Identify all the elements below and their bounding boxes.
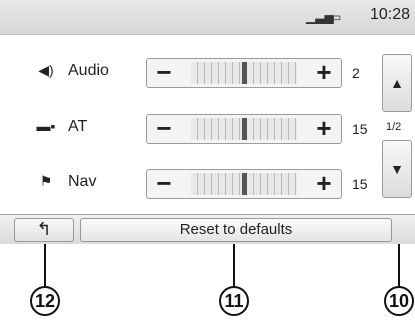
phone-car-icon: ▬▪ [36, 118, 56, 134]
scroll-up-button[interactable]: ▲ [382, 54, 412, 112]
reset-to-defaults-button[interactable]: Reset to defaults [80, 218, 392, 242]
down-arrow-icon: ▼ [390, 161, 404, 177]
callout-line-reset [233, 244, 235, 288]
status-bar: ▁▃▅ ▭ 10:28 [0, 0, 415, 35]
clock-time: 10:28 [370, 6, 411, 23]
nav-track[interactable] [191, 173, 297, 195]
checkered-flag-icon: ⚑ [39, 173, 53, 189]
audio-value: 2 [352, 65, 360, 81]
at-volume-slider[interactable]: − + [146, 114, 342, 144]
nav-knob[interactable] [242, 173, 247, 195]
audio-minus-button[interactable]: − [147, 59, 181, 87]
row-label-at: AT [68, 118, 88, 135]
scroll-down-button[interactable]: ▼ [382, 140, 412, 198]
callout-back: 12 [30, 286, 60, 316]
back-button[interactable]: ↰ [14, 218, 74, 242]
callout-scroll: 10 [384, 286, 414, 316]
callout-annotations: 12 11 10 [0, 244, 415, 323]
page-indicator: 1/2 [386, 121, 402, 133]
nav-plus-button[interactable]: + [307, 170, 341, 198]
audio-knob[interactable] [242, 62, 247, 84]
row-label-nav: Nav [68, 173, 97, 190]
audio-track[interactable] [191, 62, 297, 84]
audio-volume-slider[interactable]: − + [146, 58, 342, 88]
row-label-audio: Audio [68, 62, 109, 79]
nav-row: ⚑ Nav − + 15 [0, 169, 380, 199]
at-track[interactable] [191, 118, 297, 140]
at-value: 15 [352, 121, 368, 137]
nav-value: 15 [352, 176, 368, 192]
up-arrow-icon: ▲ [390, 75, 404, 91]
callout-reset: 11 [219, 286, 249, 316]
callout-line-back [44, 244, 46, 288]
at-knob[interactable] [242, 118, 247, 140]
bottom-bar: ↰ Reset to defaults [0, 214, 415, 244]
settings-screen: ▁▃▅ ▭ 10:28 ◀) Audio − + 2 ▬▪ AT − + 15 … [0, 0, 415, 244]
audio-plus-button[interactable]: + [307, 59, 341, 87]
audio-row: ◀) Audio − + 2 [0, 58, 380, 88]
back-arrow-icon: ↰ [36, 219, 52, 239]
speaker-icon: ◀) [38, 62, 54, 78]
at-plus-button[interactable]: + [307, 115, 341, 143]
nav-volume-slider[interactable]: − + [146, 169, 342, 199]
at-row: ▬▪ AT − + 15 [0, 114, 380, 144]
nav-minus-button[interactable]: − [147, 170, 181, 198]
media-card-icon: ▭ [330, 10, 342, 24]
callout-line-scroll [398, 244, 400, 288]
at-minus-button[interactable]: − [147, 115, 181, 143]
